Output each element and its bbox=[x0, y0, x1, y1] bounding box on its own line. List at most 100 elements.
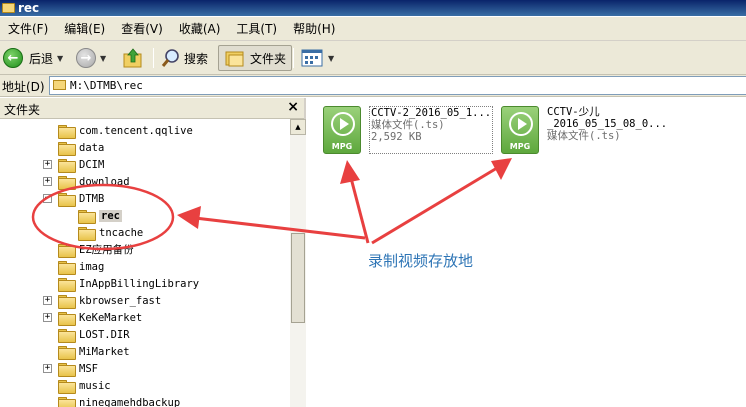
tree-item-lost-dir[interactable]: LOST.DIR bbox=[58, 326, 130, 343]
menu-help[interactable]: 帮助(H) bbox=[285, 19, 343, 39]
folder-icon bbox=[58, 243, 76, 258]
toolbar-separator bbox=[153, 48, 154, 68]
folder-icon bbox=[58, 192, 76, 207]
folder-icon bbox=[58, 141, 76, 156]
expand-icon[interactable]: + bbox=[43, 364, 52, 373]
tree-item-label: MiMarket bbox=[79, 345, 130, 358]
title-bar: rec bbox=[0, 0, 746, 16]
expand-icon[interactable]: + bbox=[43, 296, 52, 305]
forward-arrow-icon: → bbox=[76, 48, 96, 68]
file-info: CCTV-少儿 _2016_05_15_08_0... 媒体文件(.ts) bbox=[547, 106, 667, 154]
scroll-up-icon[interactable]: ▲ bbox=[290, 119, 306, 135]
search-label: 搜索 bbox=[184, 51, 209, 66]
tree-item-label: LOST.DIR bbox=[79, 328, 130, 341]
folder-icon bbox=[58, 175, 76, 190]
file-type: 媒体文件(.ts) bbox=[371, 119, 445, 131]
tree-item-download[interactable]: download bbox=[58, 173, 130, 190]
folder-icon bbox=[53, 80, 66, 90]
views-dropdown-icon[interactable]: ▼ bbox=[328, 54, 334, 63]
tree-item-label: EZ应用备份 bbox=[79, 244, 134, 256]
address-input[interactable]: M:\DTMB\rec bbox=[49, 76, 746, 95]
folder-icon bbox=[58, 328, 76, 343]
scrollbar-thumb[interactable] bbox=[291, 233, 305, 323]
toolbar-separator bbox=[293, 48, 294, 68]
menu-bar: 文件(F) 编辑(E) 查看(V) 收藏(A) 工具(T) 帮助(H) bbox=[0, 17, 746, 41]
tree-item-kbrowser-fast[interactable]: kbrowser_fast bbox=[58, 292, 161, 309]
tree-item-label: DTMB bbox=[79, 192, 105, 205]
menu-favorites[interactable]: 收藏(A) bbox=[171, 19, 229, 39]
tree-item-label: kbrowser_fast bbox=[79, 294, 162, 307]
tree-item-inappbillinglibrary[interactable]: InAppBillingLibrary bbox=[58, 275, 199, 292]
file-item[interactable]: MPG CCTV-2_2016_05_1... 媒体文件(.ts) 2,592 … bbox=[323, 106, 494, 154]
up-folder-icon bbox=[123, 48, 142, 68]
folder-icon bbox=[58, 345, 76, 360]
tree-item-ninegamehdbackup[interactable]: ninegamehdbackup bbox=[58, 394, 180, 407]
folder-icon bbox=[58, 260, 76, 275]
tree-item-msf[interactable]: MSF bbox=[58, 360, 98, 377]
tree-item-music[interactable]: music bbox=[58, 377, 111, 394]
expand-icon[interactable]: + bbox=[43, 177, 52, 186]
tree-item-imag[interactable]: imag bbox=[58, 258, 104, 275]
folders-button[interactable]: 文件夹 bbox=[218, 45, 293, 71]
expand-icon[interactable]: + bbox=[43, 313, 52, 322]
folder-icon bbox=[58, 294, 76, 309]
window-title: rec bbox=[18, 1, 40, 15]
folder-icon bbox=[58, 277, 76, 292]
menu-view[interactable]: 查看(V) bbox=[113, 19, 171, 39]
tree-item-label: DCIM bbox=[79, 158, 105, 171]
file-size: 2,592 KB bbox=[371, 131, 422, 143]
annotation-label: 录制视频存放地 bbox=[368, 252, 474, 270]
tree-item-dcim[interactable]: DCIM bbox=[58, 156, 104, 173]
views-icon bbox=[301, 49, 323, 67]
folders-panel-header: 文件夹 × bbox=[0, 98, 304, 119]
tree-item-com-tencent-qqlive[interactable]: com.tencent.qqlive bbox=[58, 122, 193, 139]
close-icon[interactable]: × bbox=[287, 99, 299, 115]
tree-item-label: music bbox=[79, 379, 111, 392]
address-bar: 地址(D) M:\DTMB\rec bbox=[0, 75, 746, 97]
tree-item-data[interactable]: data bbox=[58, 139, 104, 156]
tree-item-dtmb[interactable]: DTMB bbox=[58, 190, 104, 207]
back-button[interactable]: ← 后退 ▼ bbox=[3, 45, 63, 71]
folders-icon bbox=[225, 51, 244, 67]
tree-item-label: imag bbox=[79, 260, 105, 273]
forward-dropdown-icon[interactable]: ▼ bbox=[100, 54, 106, 63]
folders-panel: 文件夹 × com.tencent.qqlive data + DCIM + d… bbox=[0, 98, 306, 407]
tree-item-label: tncache bbox=[99, 226, 144, 239]
menu-file[interactable]: 文件(F) bbox=[0, 19, 56, 39]
expand-icon[interactable]: + bbox=[43, 160, 52, 169]
folder-icon bbox=[58, 311, 76, 326]
tree-item-rec[interactable]: rec bbox=[78, 207, 122, 224]
forward-button[interactable]: → ▼ bbox=[76, 45, 106, 71]
video-file-icon: MPG bbox=[501, 106, 539, 154]
address-value: M:\DTMB\rec bbox=[70, 79, 143, 92]
file-info: CCTV-2_2016_05_1... 媒体文件(.ts) 2,592 KB bbox=[369, 106, 494, 154]
file-item[interactable]: MPG CCTV-少儿 _2016_05_15_08_0... 媒体文件(.ts… bbox=[501, 106, 667, 154]
folder-icon bbox=[58, 396, 76, 407]
tree-item-label: com.tencent.qqlive bbox=[79, 124, 193, 137]
folder-icon bbox=[58, 158, 76, 173]
search-button[interactable]: 搜索 bbox=[160, 45, 208, 71]
tree-item-ez-backup[interactable]: EZ应用备份 bbox=[58, 241, 134, 258]
menu-tools[interactable]: 工具(T) bbox=[228, 19, 285, 39]
tree-item-mimarket[interactable]: MiMarket bbox=[58, 343, 130, 360]
file-type: 媒体文件(.ts) bbox=[547, 130, 621, 142]
collapse-icon[interactable]: − bbox=[43, 194, 52, 203]
back-dropdown-icon[interactable]: ▼ bbox=[57, 54, 63, 63]
folders-label: 文件夹 bbox=[250, 51, 287, 66]
back-label: 后退 bbox=[29, 51, 54, 66]
views-button[interactable]: ▼ bbox=[300, 45, 334, 71]
menu-edit[interactable]: 编辑(E) bbox=[56, 19, 113, 39]
tree-item-kekemarket[interactable]: KeKeMarket bbox=[58, 309, 142, 326]
search-icon bbox=[161, 49, 179, 67]
address-label: 地址(D) bbox=[2, 80, 45, 94]
file-name: CCTV-2_2016_05_1... bbox=[371, 107, 492, 119]
tree-scrollbar[interactable]: ▲ bbox=[290, 119, 306, 407]
up-folder-button[interactable] bbox=[122, 45, 144, 71]
toolbar: ← 后退 ▼ → ▼ 搜索 文件夹 ▼ bbox=[0, 41, 746, 75]
tree-item-tncache[interactable]: tncache bbox=[78, 224, 143, 241]
tree-item-label: KeKeMarket bbox=[79, 311, 143, 324]
tree-item-label: rec bbox=[99, 209, 122, 222]
folder-icon bbox=[58, 124, 76, 139]
tree-item-label: data bbox=[79, 141, 105, 154]
play-icon bbox=[509, 112, 533, 136]
